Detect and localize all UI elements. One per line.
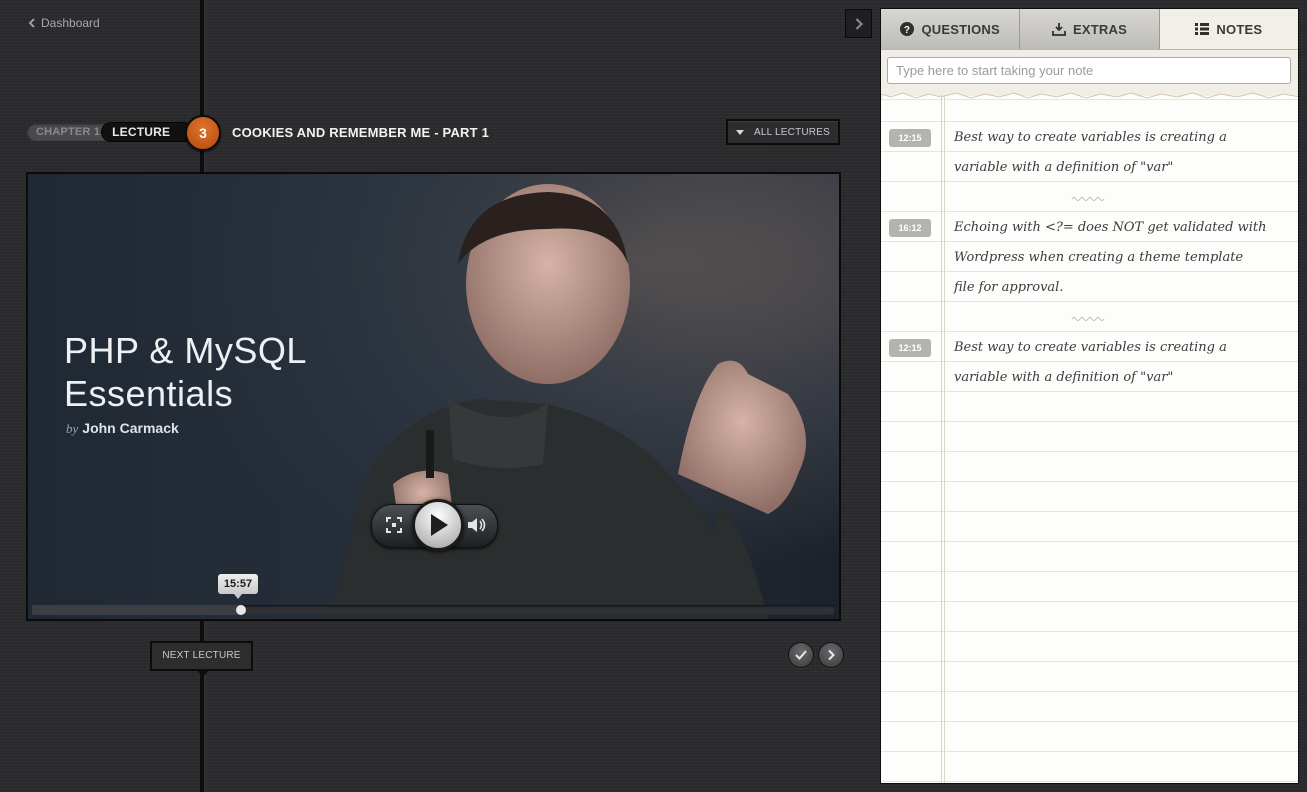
chevron-right-icon (855, 18, 863, 30)
all-lectures-button[interactable]: ALL LECTURES (726, 119, 840, 145)
video-player[interactable]: PHP & MySQL Essentials by John Carmack 15… (26, 172, 841, 621)
note-timestamp[interactable]: 12:15 (889, 129, 931, 147)
note-timestamp[interactable]: 12:15 (889, 339, 931, 357)
course-title-line2: Essentials (64, 373, 234, 414)
course-author: by John Carmack (66, 420, 179, 437)
play-icon (431, 514, 448, 536)
note-line: Wordpress when creating a theme template (954, 250, 1244, 265)
scrubber-handle[interactable] (235, 605, 246, 615)
author-by: by (66, 421, 79, 436)
tab-notes[interactable]: NOTES (1159, 9, 1298, 49)
back-label: Dashboard (41, 16, 100, 30)
note-line: Best way to create variables is creating… (954, 130, 1227, 145)
all-lectures-label: ALL LECTURES (754, 126, 830, 138)
tab-extras[interactable]: EXTRAS (1020, 9, 1160, 49)
tab-extras-label: EXTRAS (1073, 21, 1127, 37)
checkmark-icon (795, 650, 807, 660)
playback-controls (371, 499, 498, 551)
fullscreen-icon[interactable] (386, 517, 402, 533)
tab-notes-label: NOTES (1216, 21, 1263, 37)
note-divider (1071, 197, 1105, 201)
side-panel: ? QUESTIONS EXTRAS NOTES Type here to st… (880, 8, 1299, 784)
paper-margin-line (941, 95, 945, 783)
course-title-line1: PHP & MySQL (64, 330, 307, 371)
chapter-label: CHAPTER 1 (27, 123, 111, 141)
author-name: John Carmack (82, 420, 179, 436)
note-input[interactable]: Type here to start taking your note (887, 57, 1291, 84)
collapse-panel-button[interactable] (845, 9, 872, 38)
note-line: variable with a definition of "var" (954, 160, 1174, 175)
progress-fill (32, 605, 241, 615)
lecture-title: COOKIES AND REMEMBER ME - PART 1 (232, 125, 490, 140)
svg-text:?: ? (904, 25, 910, 36)
back-to-dashboard-link[interactable]: Dashboard (28, 16, 100, 30)
note-text: Echoing with <?= does NOT get validated … (954, 213, 1274, 303)
note-input-bar: Type here to start taking your note (881, 50, 1298, 100)
tab-questions-label: QUESTIONS (921, 21, 1000, 37)
course-title: PHP & MySQL Essentials (64, 329, 307, 415)
play-button[interactable] (412, 499, 464, 551)
mark-complete-button[interactable] (788, 642, 814, 668)
panel-tabs: ? QUESTIONS EXTRAS NOTES (881, 9, 1298, 50)
list-icon (1195, 23, 1210, 35)
download-icon (1052, 23, 1066, 36)
volume-icon[interactable] (467, 517, 487, 533)
question-icon: ? (900, 22, 915, 36)
lecture-breadcrumb: CHAPTER 1 LECTURE 3 (27, 115, 221, 151)
note-text: Best way to create variables is creating… (954, 333, 1274, 393)
chevron-left-icon (28, 18, 35, 28)
note-line: variable with a definition of "var" (954, 370, 1174, 385)
note-line: file for approval. (954, 280, 1064, 295)
dropdown-arrow-icon (736, 129, 745, 135)
note-timestamp[interactable]: 16:12 (889, 219, 931, 237)
lecture-label: LECTURE (102, 123, 193, 141)
notes-paper: 12:15 Best way to create variables is cr… (881, 95, 1298, 783)
note-divider (1071, 317, 1105, 321)
note-line: Echoing with <?= does NOT get validated … (954, 220, 1267, 235)
next-lecture-button[interactable]: NEXT LECTURE (150, 641, 253, 677)
lecture-number-badge: 3 (185, 115, 221, 151)
tab-questions[interactable]: ? QUESTIONS (881, 9, 1021, 49)
note-text: Best way to create variables is creating… (954, 123, 1274, 183)
progress-bar[interactable] (32, 605, 835, 615)
next-button[interactable] (818, 642, 844, 668)
note-line: Best way to create variables is creating… (954, 340, 1227, 355)
chevron-right-icon (828, 649, 835, 661)
current-time-tooltip: 15:57 (218, 574, 258, 599)
